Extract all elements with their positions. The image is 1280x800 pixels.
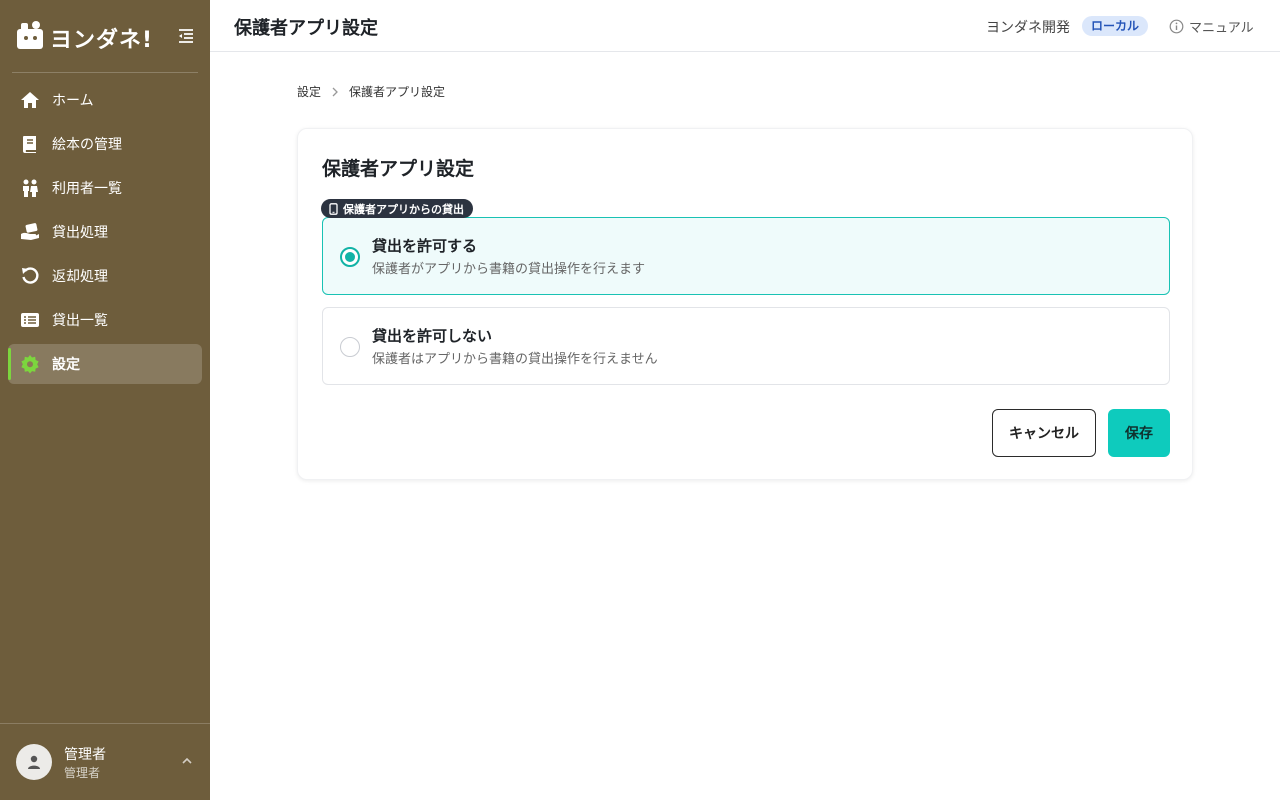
collapse-sidebar-button[interactable]: [176, 26, 196, 46]
option-deny-lending[interactable]: 貸出を許可しない 保護者はアプリから書籍の貸出操作を行えません: [322, 307, 1170, 385]
users-icon: [20, 178, 40, 198]
sidebar-item-label: 貸出処理: [52, 225, 108, 241]
organization-name: ヨンダネ開発: [986, 20, 1070, 36]
book-icon: [20, 134, 40, 154]
logo-text: ヨンダネ!: [50, 28, 154, 53]
sidebar-divider: [12, 72, 198, 73]
option-title: 貸出を許可しない: [372, 327, 493, 345]
sidebar-item-label: 貸出一覧: [52, 313, 108, 329]
sidebar-item-label: 返却処理: [52, 269, 108, 285]
sidebar-item-users[interactable]: 利用者一覧: [8, 168, 202, 208]
sidebar-item-home[interactable]: ホーム: [8, 80, 202, 120]
section-tag-label: 保護者アプリからの貸出: [343, 202, 464, 216]
sidebar-item-lending[interactable]: 貸出処理: [8, 212, 202, 252]
sidebar-item-books[interactable]: 絵本の管理: [8, 124, 202, 164]
sidebar-nav: ホーム 絵本の管理 利用者一覧 貸出処理 返却処理 貸出一覧 設定: [8, 80, 202, 388]
user-icon: [28, 755, 40, 769]
cancel-button[interactable]: キャンセル: [992, 409, 1096, 457]
radio-deny-lending[interactable]: [340, 337, 360, 357]
breadcrumb-settings-link[interactable]: 設定: [297, 83, 321, 100]
manual-label: マニュアル: [1189, 20, 1254, 36]
radio-allow-lending[interactable]: [340, 247, 360, 267]
return-arrow-icon: [20, 266, 40, 286]
option-allow-lending[interactable]: 貸出を許可する 保護者がアプリから書籍の貸出操作を行えます: [322, 217, 1170, 295]
lend-hand-icon: [20, 222, 40, 242]
user-name: 管理者: [64, 747, 106, 763]
list-icon: [20, 310, 40, 330]
manual-link[interactable]: マニュアル: [1169, 16, 1254, 36]
app-logo[interactable]: ヨンダネ!: [16, 20, 196, 54]
sidebar-item-loan-list[interactable]: 貸出一覧: [8, 300, 202, 340]
smartphone-icon: [329, 202, 338, 215]
user-role: 管理者: [64, 766, 101, 780]
option-description: 保護者はアプリから書籍の貸出操作を行えません: [372, 352, 658, 367]
breadcrumb: 設定 保護者アプリ設定: [297, 83, 445, 100]
logo-mark-icon: [17, 21, 43, 49]
settings-card: 保護者アプリ設定 保護者アプリからの貸出 貸出を許可する 保護者がアプリから書籍…: [297, 128, 1193, 480]
option-description: 保護者がアプリから書籍の貸出操作を行えます: [372, 262, 646, 277]
chevron-right-icon: [331, 87, 339, 97]
sidebar-item-settings[interactable]: 設定: [8, 344, 202, 384]
breadcrumb-current: 保護者アプリ設定: [349, 85, 446, 99]
home-icon: [20, 90, 40, 110]
user-menu[interactable]: 管理者 管理者: [16, 744, 196, 782]
page-title: 保護者アプリ設定: [234, 18, 378, 39]
environment-badge: ローカル: [1082, 16, 1149, 36]
chevron-up-icon: [182, 757, 192, 764]
gear-icon: [20, 354, 40, 374]
sidebar: ヨンダネ! ホーム 絵本の管理 利用者一覧 貸出処理 返却処理 貸出一覧 設定 …: [0, 0, 210, 800]
section-tag: 保護者アプリからの貸出: [321, 199, 473, 218]
sidebar-item-label: 絵本の管理: [52, 137, 122, 153]
collapse-menu-icon: [179, 29, 193, 43]
top-header: 保護者アプリ設定 ヨンダネ開発 ローカル マニュアル: [210, 0, 1280, 52]
sidebar-item-label: ホーム: [52, 93, 94, 109]
user-divider: [0, 723, 210, 724]
option-title: 貸出を許可する: [372, 237, 478, 255]
sidebar-item-label: 利用者一覧: [52, 181, 122, 197]
card-title: 保護者アプリ設定: [322, 158, 475, 180]
sidebar-item-label: 設定: [52, 357, 80, 373]
save-button[interactable]: 保存: [1108, 409, 1170, 457]
info-icon: [1169, 19, 1184, 33]
avatar: [16, 744, 52, 780]
sidebar-item-return[interactable]: 返却処理: [8, 256, 202, 296]
